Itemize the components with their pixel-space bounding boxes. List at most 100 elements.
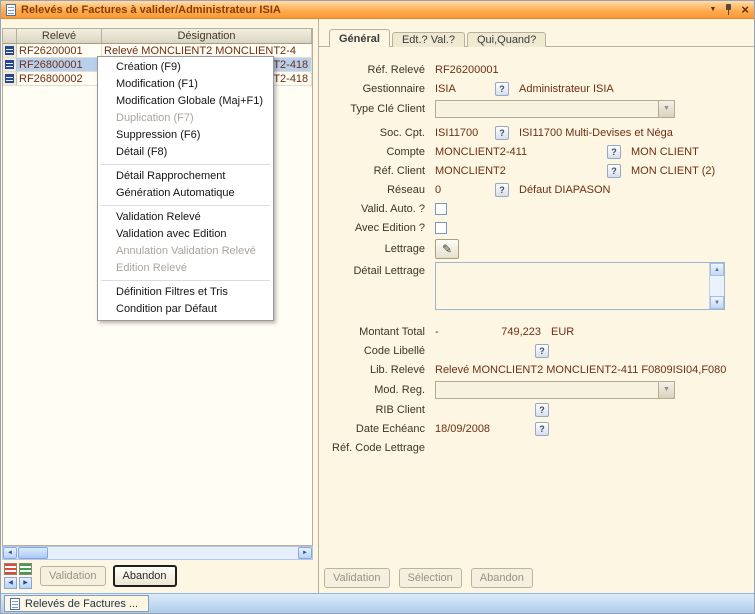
field-value: RF26200001: [435, 64, 499, 76]
help-button[interactable]: ?: [535, 403, 549, 417]
tab-qui-quand[interactable]: Qui,Quand?: [467, 32, 546, 47]
scroll-left-icon[interactable]: ◄: [3, 547, 17, 559]
validation-button[interactable]: Validation: [324, 568, 390, 588]
mod-reg-combo[interactable]: ▼: [435, 381, 675, 399]
field-label: Compte: [326, 146, 435, 158]
menu-item-modification-globale[interactable]: Modification Globale (Maj+F1): [98, 93, 273, 110]
type-cle-client-combo[interactable]: ▼: [435, 100, 675, 118]
detail-panel: Général Edt.? Val.? Qui,Quand? Réf. Rele…: [318, 19, 755, 595]
help-button[interactable]: ?: [495, 183, 509, 197]
scrollbar-thumb[interactable]: [18, 547, 48, 559]
field-value: Relevé MONCLIENT2 MONCLIENT2-411 F0809IS…: [435, 364, 726, 376]
menu-item-condition-par-defaut[interactable]: Condition par Défaut: [98, 301, 273, 318]
avec-edition-checkbox[interactable]: [435, 222, 447, 234]
pager-right-icon[interactable]: ▶: [19, 577, 32, 589]
field-label: Montant Total: [326, 326, 435, 338]
menu-item-generation-automatique[interactable]: Génération Automatique: [98, 185, 273, 202]
help-button[interactable]: ?: [535, 344, 549, 358]
field-label: Réf. Code Lettrage: [326, 442, 435, 454]
help-button[interactable]: ?: [607, 164, 621, 178]
field-value: ISI11700: [435, 127, 495, 139]
menu-item-modification[interactable]: Modification (F1): [98, 76, 273, 93]
menu-item-duplication: Duplication (F7): [98, 110, 273, 127]
field-label: Type Clé Client: [326, 103, 435, 115]
field-label: RIB Client: [326, 404, 435, 416]
help-button[interactable]: ?: [495, 126, 509, 140]
window-menu-arrow-icon[interactable]: ▼: [709, 6, 716, 13]
field-label: Code Libellé: [326, 345, 435, 357]
window-title: Relevés de Factures à valider/Administra…: [21, 4, 704, 16]
menu-item-annulation-validation: Annulation Validation Relevé: [98, 243, 273, 260]
field-ref-releve: Réf. Relevé RF26200001: [319, 60, 755, 79]
red-list-icon[interactable]: [4, 563, 17, 575]
menu-item-definition-filtres[interactable]: Définition Filtres et Tris: [98, 284, 273, 301]
menu-item-detail-rapprochement[interactable]: Détail Rapprochement: [98, 168, 273, 185]
abandon-button[interactable]: Abandon: [471, 568, 533, 588]
help-button[interactable]: ?: [495, 82, 509, 96]
field-type-cle-client: Type Clé Client ▼: [319, 98, 755, 119]
menu-item-validation-releve[interactable]: Validation Relevé: [98, 209, 273, 226]
menu-separator: [101, 280, 270, 281]
field-rib-client: RIB Client ?: [319, 400, 755, 419]
grid-header: Relevé Désignation: [3, 29, 312, 44]
chevron-down-icon[interactable]: ▼: [658, 101, 674, 117]
window-tab[interactable]: Relevés de Factures ...: [4, 595, 149, 612]
combo-value: [436, 382, 658, 398]
column-header-releve[interactable]: Relevé: [17, 29, 102, 43]
field-label: Soc. Cpt.: [326, 127, 435, 139]
detail-action-bar: Validation Sélection Abandon: [324, 568, 533, 588]
field-value: MONCLIENT2: [435, 165, 607, 177]
valid-auto-checkbox[interactable]: [435, 203, 447, 215]
row-selector-column-header: [3, 29, 17, 43]
help-button[interactable]: ?: [535, 422, 549, 436]
menu-item-validation-avec-edition[interactable]: Validation avec Edition: [98, 226, 273, 243]
field-lettrage: Lettrage ✎: [319, 237, 755, 260]
validation-button[interactable]: Validation: [40, 566, 106, 586]
field-value: 0: [435, 184, 495, 196]
help-button[interactable]: ?: [607, 145, 621, 159]
column-header-designation[interactable]: Désignation: [102, 29, 312, 43]
field-label: Date Echéanc: [326, 423, 435, 435]
menu-item-suppression[interactable]: Suppression (F6): [98, 127, 273, 144]
lettrage-pen-icon-button[interactable]: ✎: [435, 239, 459, 259]
close-icon[interactable]: ×: [741, 4, 749, 16]
menu-item-creation[interactable]: Création (F9): [98, 59, 273, 76]
field-description: MON CLIENT: [631, 146, 699, 158]
app-window: Relevés de Factures à valider/Administra…: [0, 0, 755, 614]
field-description: Défaut DIAPASON: [519, 184, 611, 196]
field-description: ISI11700 Multi-Devises et Néga: [519, 127, 673, 139]
field-ref-code-lettrage: Réf. Code Lettrage: [319, 438, 755, 457]
field-value: ISIA: [435, 83, 495, 95]
cell-releve: RF26800001: [17, 58, 102, 71]
field-label: Réseau: [326, 184, 435, 196]
context-menu: Création (F9) Modification (F1) Modifica…: [97, 56, 274, 321]
tab-edt-val[interactable]: Edt.? Val.?: [392, 32, 465, 47]
selection-button[interactable]: Sélection: [399, 568, 462, 588]
field-code-libelle: Code Libellé ?: [319, 341, 755, 360]
document-icon: [10, 598, 20, 610]
cell-releve: RF26800002: [17, 72, 102, 85]
horizontal-scrollbar[interactable]: ◄ ►: [2, 546, 313, 560]
chevron-down-icon[interactable]: ▼: [658, 382, 674, 398]
scroll-down-icon[interactable]: ▼: [710, 296, 724, 309]
amount-sign: -: [435, 326, 449, 338]
tab-general[interactable]: Général: [329, 29, 390, 47]
grid-action-bar: ◀ ▶ Validation Abandon: [4, 562, 177, 590]
green-list-icon[interactable]: [19, 563, 32, 575]
pin-icon[interactable]: [724, 3, 733, 16]
abandon-button[interactable]: Abandon: [113, 565, 177, 587]
scroll-up-icon[interactable]: ▲: [710, 263, 724, 276]
window-icon: [6, 4, 16, 16]
detail-lettrage-textarea[interactable]: ▲ ▼: [435, 262, 725, 310]
menu-item-detail[interactable]: Détail (F8): [98, 144, 273, 161]
vertical-scrollbar[interactable]: ▲ ▼: [709, 263, 724, 309]
field-gestionnaire: Gestionnaire ISIA ? Administrateur ISIA: [319, 79, 755, 98]
menu-separator: [101, 205, 270, 206]
scroll-right-icon[interactable]: ►: [298, 547, 312, 559]
field-label: Gestionnaire: [326, 83, 435, 95]
row-selector-icon: [5, 74, 14, 83]
field-description: MON CLIENT (2): [631, 165, 715, 177]
amount-value: 749,223: [449, 326, 541, 338]
pager-left-icon[interactable]: ◀: [4, 577, 17, 589]
titlebar-controls: ▼ ×: [709, 3, 749, 16]
